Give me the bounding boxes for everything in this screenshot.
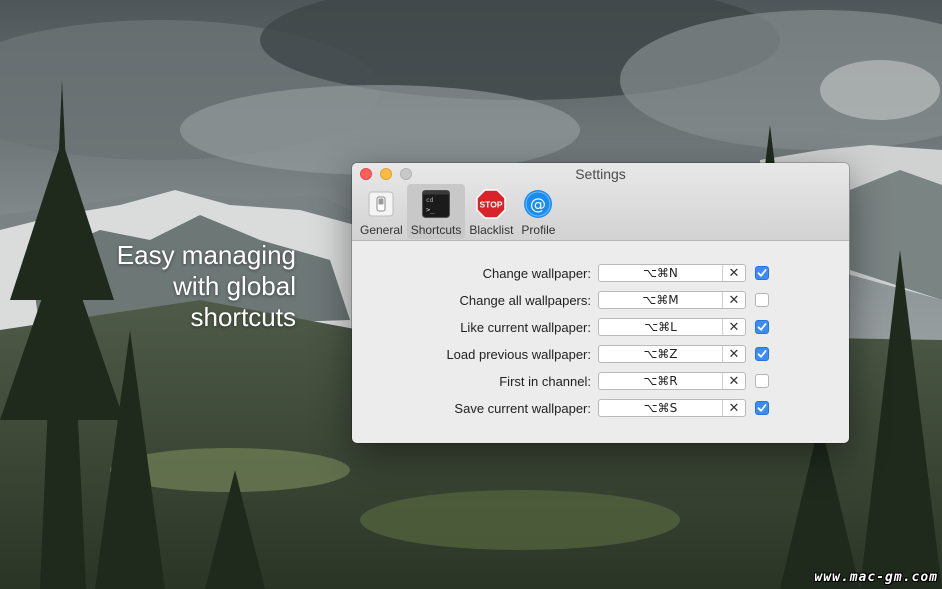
stop-sign-text: STOP <box>480 200 503 210</box>
svg-text:>_: >_ <box>426 206 435 214</box>
settings-window: Settings General cd >_ Shortcuts STOP Bl… <box>352 163 849 443</box>
shortcut-label: Change all wallpapers: <box>459 293 591 308</box>
shortcut-keys: ⌥⌘N <box>599 265 723 281</box>
shortcut-enabled-checkbox[interactable] <box>755 374 769 388</box>
shortcut-enabled-checkbox[interactable] <box>755 347 769 361</box>
checkmark-icon <box>757 404 767 412</box>
shortcut-keys: ⌥⌘S <box>599 400 723 416</box>
tab-general[interactable]: General <box>356 184 407 239</box>
checkmark-icon <box>757 323 767 331</box>
checkmark-icon <box>757 269 767 277</box>
shortcut-label: Like current wallpaper: <box>460 320 591 335</box>
promo-line-3: shortcuts <box>190 302 297 332</box>
clear-shortcut-button[interactable]: ✕ <box>723 319 745 335</box>
shortcut-recorder[interactable]: ⌥⌘L ✕ <box>598 318 746 336</box>
shortcut-enabled-checkbox[interactable] <box>755 266 769 280</box>
shortcut-keys: ⌥⌘M <box>599 292 723 308</box>
clear-shortcut-button[interactable]: ✕ <box>723 400 745 416</box>
shortcut-enabled-checkbox[interactable] <box>755 293 769 307</box>
window-title: Settings <box>575 166 626 182</box>
shortcut-row-load-previous-wallpaper: Load previous wallpaper: ⌥⌘Z ✕ <box>352 341 849 368</box>
promo-line-2: with global <box>173 271 296 301</box>
promo-line-1: Easy managing <box>116 240 296 270</box>
shortcut-enabled-checkbox[interactable] <box>755 401 769 415</box>
clear-shortcut-button[interactable]: ✕ <box>723 346 745 362</box>
shortcut-label: Load previous wallpaper: <box>446 347 591 362</box>
svg-text:@: @ <box>530 195 546 214</box>
tab-shortcuts[interactable]: cd >_ Shortcuts <box>406 184 466 239</box>
tab-shortcuts-label: Shortcuts <box>410 223 462 237</box>
window-titlebar: Settings General cd >_ Shortcuts STOP Bl… <box>352 163 849 241</box>
clear-shortcut-button[interactable]: ✕ <box>723 292 745 308</box>
shortcut-recorder[interactable]: ⌥⌘R ✕ <box>598 372 746 390</box>
tab-profile[interactable]: @ Profile <box>517 184 559 239</box>
shortcut-keys: ⌥⌘Z <box>599 346 723 362</box>
tab-general-label: General <box>360 223 403 237</box>
svg-text:cd: cd <box>426 197 434 204</box>
shortcut-recorder[interactable]: ⌥⌘S ✕ <box>598 399 746 417</box>
watermark: www.mac-gm.com <box>814 570 938 585</box>
shortcut-row-first-in-channel: First in channel: ⌥⌘R ✕ <box>352 368 849 395</box>
settings-toolbar: General cd >_ Shortcuts STOP Blacklist @… <box>356 184 559 239</box>
shortcut-recorder[interactable]: ⌥⌘Z ✕ <box>598 345 746 363</box>
clear-shortcut-button[interactable]: ✕ <box>723 265 745 281</box>
shortcut-row-change-wallpaper: Change wallpaper: ⌥⌘N ✕ <box>352 260 849 287</box>
switch-icon <box>366 189 396 219</box>
shortcut-label: Change wallpaper: <box>482 266 591 281</box>
shortcut-label: First in channel: <box>499 374 591 389</box>
shortcuts-list: Change wallpaper: ⌥⌘N ✕ Change all wallp… <box>352 241 849 422</box>
at-sign-icon: @ <box>523 189 553 219</box>
shortcut-recorder[interactable]: ⌥⌘N ✕ <box>598 264 746 282</box>
shortcut-recorder[interactable]: ⌥⌘M ✕ <box>598 291 746 309</box>
shortcut-keys: ⌥⌘L <box>599 319 723 335</box>
clear-shortcut-button[interactable]: ✕ <box>723 373 745 389</box>
checkmark-icon <box>757 350 767 358</box>
shortcut-label: Save current wallpaper: <box>454 401 591 416</box>
shortcut-keys: ⌥⌘R <box>599 373 723 389</box>
shortcut-row-change-all-wallpapers: Change all wallpapers: ⌥⌘M ✕ <box>352 287 849 314</box>
shortcut-enabled-checkbox[interactable] <box>755 320 769 334</box>
shortcut-row-save-current-wallpaper: Save current wallpaper: ⌥⌘S ✕ <box>352 395 849 422</box>
stop-sign-icon: STOP <box>476 189 507 219</box>
promo-headline: Easy managing with global shortcuts <box>96 240 296 333</box>
tab-blacklist-label: Blacklist <box>469 223 514 237</box>
shortcut-row-like-current-wallpaper: Like current wallpaper: ⌥⌘L ✕ <box>352 314 849 341</box>
tab-profile-label: Profile <box>521 223 556 237</box>
terminal-icon: cd >_ <box>421 189 451 219</box>
tab-blacklist[interactable]: STOP Blacklist <box>465 184 517 239</box>
